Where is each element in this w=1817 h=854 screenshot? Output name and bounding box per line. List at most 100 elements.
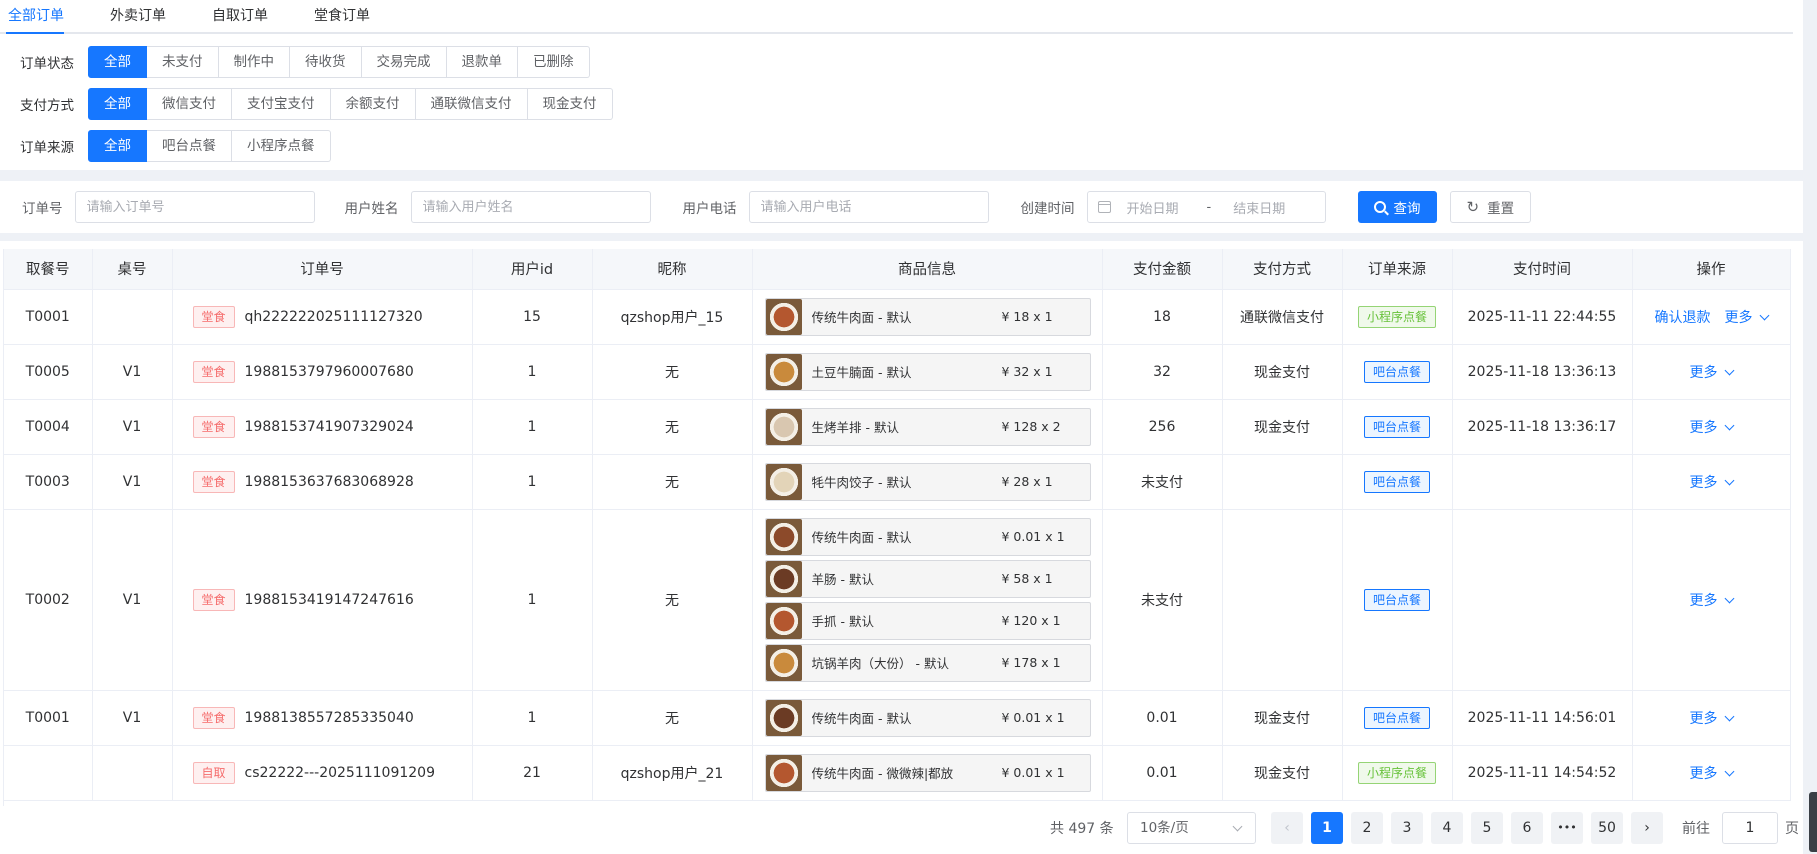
more-label: 更多 bbox=[1689, 710, 1718, 727]
chevron-down-icon bbox=[1759, 310, 1769, 320]
table-panel: 取餐号 桌号 订单号 用户id 昵称 商品信息 支付金额 支付方式 订单来源 支… bbox=[0, 241, 1803, 854]
source-option-counter[interactable]: 吧台点餐 bbox=[147, 130, 232, 162]
food-thumbnail bbox=[765, 463, 802, 500]
payment-option-all[interactable]: 全部 bbox=[88, 88, 147, 120]
tab-dinein-orders[interactable]: 堂食订单 bbox=[306, 0, 390, 32]
status-option-making[interactable]: 制作中 bbox=[218, 46, 290, 78]
order-source-cell: 吧台点餐 bbox=[1342, 399, 1453, 455]
nickname: 无 bbox=[592, 454, 753, 510]
user-id: 1 bbox=[472, 454, 593, 510]
page-button[interactable]: 5 bbox=[1471, 812, 1503, 844]
order-source-cell: 吧台点餐 bbox=[1342, 509, 1453, 691]
page-button[interactable]: 3 bbox=[1391, 812, 1423, 844]
table-row: T0004 V1 堂食 1988153741907329024 1 无 生烤羊排 - 默认 ¥… bbox=[4, 399, 1791, 455]
more-label: 更多 bbox=[1689, 592, 1718, 609]
status-option-refund[interactable]: 退款单 bbox=[446, 46, 518, 78]
page-ellipsis-button[interactable]: ••• bbox=[1551, 812, 1583, 844]
more-actions-dropdown[interactable]: 更多 bbox=[1725, 310, 1769, 326]
tab-all-orders[interactable]: 全部订单 bbox=[0, 0, 84, 34]
tab-delivery-orders[interactable]: 外卖订单 bbox=[102, 0, 186, 32]
orders-table-wrap: 取餐号 桌号 订单号 用户id 昵称 商品信息 支付金额 支付方式 订单来源 支… bbox=[3, 249, 1799, 806]
more-actions-dropdown[interactable]: 更多 bbox=[1689, 710, 1734, 727]
prev-page-button[interactable]: ‹ bbox=[1271, 812, 1303, 844]
status-filter-row: 订单状态 全部 未支付 制作中 待收货 交易完成 退款单 已删除 bbox=[0, 41, 1803, 83]
table-row: T0003 V1 堂食 1988153637683068928 1 无牦牛肉饺子 - 默认… bbox=[4, 454, 1791, 510]
page-button[interactable]: 50 bbox=[1591, 812, 1623, 844]
status-option-completed[interactable]: 交易完成 bbox=[361, 46, 447, 78]
date-range-picker[interactable]: 开始日期 - 结束日期 bbox=[1086, 191, 1326, 223]
food-thumbnail bbox=[765, 699, 802, 736]
order-no: 1988153637683068928 bbox=[244, 473, 414, 490]
status-option-unpaid[interactable]: 未支付 bbox=[147, 46, 219, 78]
source-option-miniprogram[interactable]: 小程序点餐 bbox=[232, 130, 331, 162]
pay-time: 2025-11-11 22:44:55 bbox=[1452, 289, 1633, 345]
payment-filter-group: 全部 微信支付 支付宝支付 余额支付 通联微信支付 现金支付 bbox=[88, 88, 613, 120]
goto-page-input[interactable]: 1 bbox=[1722, 812, 1778, 844]
table-no: V1 bbox=[92, 509, 173, 691]
payment-filter-row: 支付方式 全部 微信支付 支付宝支付 余额支付 通联微信支付 现金支付 bbox=[0, 83, 1803, 125]
more-actions-dropdown[interactable]: 更多 bbox=[1689, 364, 1734, 381]
order-source-tag: 吧台点餐 bbox=[1363, 588, 1430, 611]
query-button[interactable]: 查询 bbox=[1357, 191, 1437, 223]
more-label: 更多 bbox=[1689, 364, 1718, 381]
pay-amount: 0.01 bbox=[1102, 690, 1223, 746]
order-no-cell: 堂食 qh222222025111127320 bbox=[172, 289, 473, 345]
pay-time bbox=[1452, 509, 1633, 691]
chevron-down-icon bbox=[1724, 711, 1734, 721]
page-button[interactable]: 6 bbox=[1511, 812, 1543, 844]
pagination-total: 共 497 条 bbox=[1050, 821, 1114, 837]
more-actions-dropdown[interactable]: 更多 bbox=[1690, 475, 1734, 491]
order-no-cell: 自取 cs22222---2025111091209 bbox=[172, 745, 473, 801]
food-thumbnail bbox=[765, 298, 802, 335]
pay-amount: 未支付 bbox=[1102, 454, 1223, 510]
pay-amount: 256 bbox=[1102, 399, 1223, 455]
col-goods-info: 商品信息 bbox=[752, 249, 1103, 290]
more-actions-dropdown[interactable]: 更多 bbox=[1689, 592, 1734, 609]
next-page-button[interactable]: › bbox=[1631, 812, 1663, 844]
payment-option-balance[interactable]: 余额支付 bbox=[330, 88, 416, 120]
status-option-deleted[interactable]: 已删除 bbox=[518, 46, 590, 78]
pay-method: 现金支付 bbox=[1222, 399, 1343, 455]
order-no: 1988153797960007680 bbox=[244, 363, 414, 380]
goods-cell: 生烤羊排 - 默认 ¥ 128 x 2 bbox=[752, 399, 1103, 455]
more-label: 更多 bbox=[1689, 765, 1718, 782]
reset-button[interactable]: ↻ 重置 bbox=[1449, 191, 1532, 223]
table-no: V1 bbox=[92, 690, 173, 746]
order-source-cell: 小程序点餐 bbox=[1342, 745, 1453, 801]
user-name-input[interactable] bbox=[410, 191, 651, 223]
pickup-no: T0003 bbox=[4, 454, 93, 510]
payment-option-cash[interactable]: 现金支付 bbox=[527, 88, 613, 120]
col-actions: 操作 bbox=[1632, 249, 1791, 290]
scrollbar-handle[interactable] bbox=[1809, 792, 1817, 852]
order-no-label: 订单号 bbox=[22, 201, 63, 217]
order-no-input[interactable] bbox=[74, 191, 315, 223]
goods-item: 羊肠 - 默认 ¥ 58 x 1 bbox=[764, 559, 1091, 598]
goods-price: ¥ 28 x 1 bbox=[1001, 474, 1053, 489]
pagination: 共 497 条 10条/页 ‹ 1 2 3 4 5 6 ••• 50 › 前往 … bbox=[0, 811, 1803, 845]
page-button[interactable]: 2 bbox=[1351, 812, 1383, 844]
confirm-refund-link[interactable]: 确认退款 bbox=[1655, 310, 1711, 326]
source-option-all[interactable]: 全部 bbox=[88, 130, 147, 162]
nickname: qzshop用户_15 bbox=[592, 289, 753, 345]
pay-time bbox=[1452, 454, 1633, 510]
pay-amount: 32 bbox=[1102, 344, 1223, 400]
order-no: 1988138557285335040 bbox=[244, 709, 414, 726]
pay-method: 通联微信支付 bbox=[1222, 289, 1343, 345]
goods-item: 土豆牛腩面 - 默认 ¥ 32 x 1 bbox=[764, 352, 1091, 391]
page-button[interactable]: 1 bbox=[1311, 812, 1343, 844]
status-option-to-receive[interactable]: 待收货 bbox=[290, 46, 362, 78]
start-date-placeholder[interactable]: 开始日期 bbox=[1127, 198, 1179, 217]
payment-option-alipay[interactable]: 支付宝支付 bbox=[232, 88, 331, 120]
goods-name: 生烤羊排 - 默认 bbox=[811, 420, 899, 435]
chevron-down-icon bbox=[1724, 593, 1734, 603]
page-button[interactable]: 4 bbox=[1431, 812, 1463, 844]
payment-option-wechat[interactable]: 微信支付 bbox=[147, 88, 232, 120]
page-size-select[interactable]: 10条/页 bbox=[1127, 812, 1256, 844]
more-actions-dropdown[interactable]: 更多 bbox=[1689, 765, 1734, 782]
payment-option-allinpay-wechat[interactable]: 通联微信支付 bbox=[415, 88, 528, 120]
more-actions-dropdown[interactable]: 更多 bbox=[1690, 420, 1734, 436]
status-option-all[interactable]: 全部 bbox=[88, 46, 147, 78]
tab-pickup-orders[interactable]: 自取订单 bbox=[204, 0, 288, 32]
end-date-placeholder[interactable]: 结束日期 bbox=[1233, 198, 1285, 217]
user-phone-input[interactable] bbox=[748, 191, 989, 223]
